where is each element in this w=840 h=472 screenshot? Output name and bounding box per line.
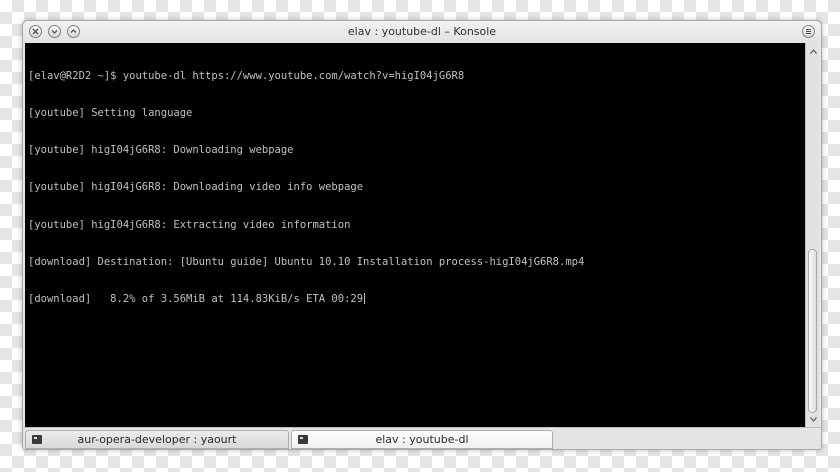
tab-label: elav : youtube-dl: [375, 433, 469, 446]
terminal-line: [elav@R2D2 ~]$ youtube-dl https://www.yo…: [28, 69, 465, 82]
title-bar[interactable]: elav : youtube-dl – Konsole: [23, 21, 821, 43]
terminal-line-current: [download] 8.2% of 3.56MiB at 114.83KiB/…: [28, 293, 802, 305]
arrow-up-icon: [809, 48, 817, 54]
terminal-output[interactable]: [elav@R2D2 ~]$ youtube-dl https://www.yo…: [25, 43, 805, 427]
window-title: elav : youtube-dl – Konsole: [347, 25, 497, 38]
terminal-line: [youtube] higI04jG6R8: Extracting video …: [28, 218, 351, 231]
tab-label: aur-opera-developer : yaourt: [77, 433, 237, 446]
terminal-line: [youtube] higI04jG6R8: Downloading video…: [28, 181, 364, 194]
scrollbar-thumb[interactable]: [808, 249, 817, 413]
terminal-line: [youtube] higI04jG6R8: Downloading webpa…: [28, 144, 294, 157]
konsole-window: elav : youtube-dl – Konsole [elav@R2D2 ~…: [22, 20, 822, 450]
vertical-scrollbar[interactable]: [805, 43, 819, 427]
progress-text: [download] 8.2% of 3.56MiB at 114.83KiB/…: [28, 293, 364, 306]
window-menu-button[interactable]: [802, 25, 815, 38]
text-cursor: [364, 293, 366, 305]
tab-aur-opera-developer[interactable]: aur-opera-developer : yaourt: [25, 430, 289, 449]
tab-bar: aur-opera-developer : yaourt elav : yout…: [23, 427, 821, 449]
scroll-up-button[interactable]: [807, 45, 819, 57]
scroll-down-button[interactable]: [807, 413, 819, 425]
terminal-line: [download] Destination: [Ubuntu guide] U…: [28, 255, 585, 268]
tab-youtube-dl[interactable]: elav : youtube-dl: [291, 430, 553, 449]
terminal-line: [youtube] Setting language: [28, 107, 193, 120]
arrow-down-icon: [809, 416, 817, 422]
menu-icon: [806, 29, 811, 34]
